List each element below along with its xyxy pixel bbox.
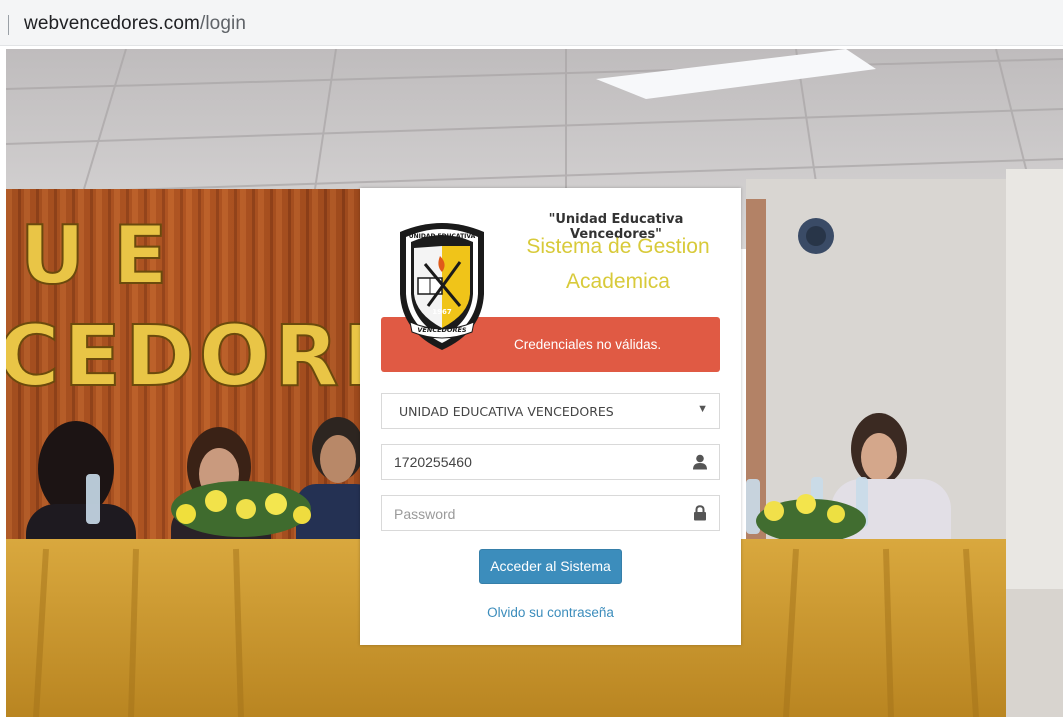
address-bar[interactable]: webvencedores.com/login <box>0 0 1063 46</box>
logo-top-text: UNIDAD EDUCATIVA <box>409 233 476 240</box>
username-value: 1720255460 <box>394 454 472 470</box>
url-path: /login <box>199 13 246 34</box>
system-title-line2: Academica <box>566 270 670 293</box>
institution-select-value: UNIDAD EDUCATIVA VENCEDORES <box>399 404 614 419</box>
password-placeholder: Password <box>394 506 456 522</box>
url-text[interactable]: webvencedores.com/login <box>24 13 246 35</box>
banner-letters-top: U E <box>20 209 167 302</box>
logo-ribbon-text: VENCEDORES <box>417 326 466 334</box>
banner-letters-bottom: CEDORE <box>6 307 404 405</box>
school-crest-logo: UNIDAD EDUCATIVA 1967 VENCEDORES <box>392 214 492 354</box>
login-submit-button[interactable]: Acceder al Sistema <box>479 549 622 584</box>
user-icon <box>693 454 707 470</box>
error-alert-text: Credenciales no válidas. <box>514 337 662 352</box>
username-input[interactable]: 1720255460 <box>381 444 720 480</box>
login-card: UNIDAD EDUCATIVA 1967 VENCEDORES "Unidad… <box>360 188 741 645</box>
lock-icon <box>694 505 706 521</box>
text-cursor <box>8 15 9 35</box>
dropdown-arrow-icon: ▼ <box>697 403 708 415</box>
forgot-password-link[interactable]: Olvido su contraseña <box>360 605 741 620</box>
logo-year: 1967 <box>432 308 452 316</box>
password-input[interactable]: Password <box>381 495 720 531</box>
institution-select[interactable]: UNIDAD EDUCATIVA VENCEDORES ▼ <box>381 393 720 429</box>
system-title-line1: Sistema de Gestion <box>526 235 710 258</box>
url-host: webvencedores.com <box>24 13 200 34</box>
